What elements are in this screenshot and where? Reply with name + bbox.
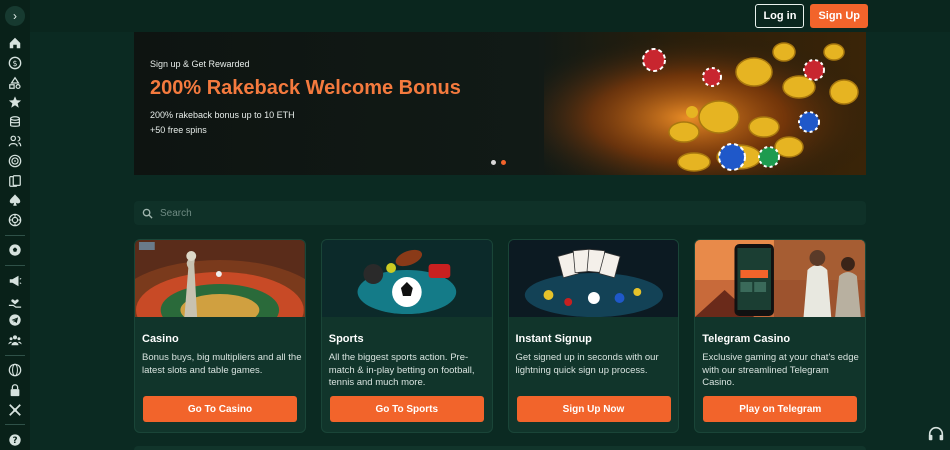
banner-line: 200% rakeback bonus up to 10 ETH: [150, 110, 295, 120]
playing-cards-image: [508, 240, 679, 317]
signup-button[interactable]: Sign Up: [810, 4, 868, 28]
telegram-casino-card[interactable]: Telegram Casino Exclusive gaming at your…: [694, 239, 866, 433]
banner-subtitle: Sign up & Get Rewarded: [150, 59, 250, 69]
telegram-icon[interactable]: [7, 312, 23, 328]
plane-icon[interactable]: [7, 402, 23, 418]
star-icon[interactable]: [7, 94, 23, 110]
sidebar-divider: [5, 354, 25, 356]
coins-icon[interactable]: [7, 114, 23, 130]
users-icon[interactable]: [7, 134, 23, 150]
top-bar: Log in Sign Up: [30, 0, 950, 32]
card-title: Casino: [142, 333, 179, 345]
heart-hand-icon[interactable]: [7, 293, 23, 309]
sign-up-now-button[interactable]: Sign Up Now: [516, 396, 671, 422]
go-to-sports-button[interactable]: Go To Sports: [329, 396, 484, 422]
lock-icon[interactable]: [7, 382, 23, 398]
carousel-dot-active[interactable]: [501, 160, 506, 165]
search-icon: [142, 208, 153, 219]
roulette-image: [134, 240, 305, 360]
banner-line: +50 free spins: [150, 125, 207, 135]
chevron-right-icon[interactable]: ›: [5, 6, 25, 26]
shapes-icon[interactable]: [7, 75, 23, 91]
sports-card[interactable]: Sports All the biggest sports action. Pr…: [320, 239, 493, 433]
sidebar-divider: [5, 265, 25, 267]
search-bar: [134, 201, 866, 225]
casino-card[interactable]: Casino Bonus buys, big multipliers and a…: [134, 239, 306, 433]
play-on-telegram-button[interactable]: Play on Telegram: [703, 396, 858, 422]
dollar-icon[interactable]: $: [7, 55, 23, 71]
card-description: Get signed up in seconds with our lightn…: [515, 352, 659, 376]
carousel-dots: [491, 160, 506, 165]
login-button[interactable]: Log in: [755, 4, 805, 28]
carousel-dot[interactable]: [491, 160, 496, 165]
support-headset-icon[interactable]: [926, 424, 946, 444]
spade-icon[interactable]: [7, 192, 23, 208]
go-to-casino-button[interactable]: Go To Casino: [143, 396, 297, 422]
chip-icon[interactable]: [7, 212, 23, 228]
card-description: Bonus buys, big multipliers and all the …: [142, 352, 302, 376]
card-description: All the biggest sports action. Pre-match…: [328, 352, 475, 388]
telegram-phone-image: [695, 240, 865, 317]
feature-cards: Casino Bonus buys, big multipliers and a…: [134, 239, 866, 433]
instant-signup-card[interactable]: Instant Signup Get signed up in seconds …: [507, 239, 680, 433]
card-title: Sports: [328, 333, 364, 345]
svg-text:?: ?: [12, 436, 17, 446]
card-title: Telegram Casino: [702, 333, 791, 345]
sidebar-divider: [5, 234, 25, 236]
card-title: Instant Signup: [515, 333, 592, 345]
football-icon[interactable]: [7, 243, 23, 259]
search-input[interactable]: [160, 207, 840, 219]
banner-description: 200% rakeback bonus up to 10 ETH +50 fre…: [150, 108, 295, 138]
target-icon[interactable]: [7, 153, 23, 169]
svg-text:$: $: [12, 59, 17, 68]
home-icon[interactable]: [7, 36, 23, 52]
card-description: Exclusive gaming at your chat's edge wit…: [702, 352, 859, 388]
next-section-edge: [134, 446, 866, 450]
megaphone-icon[interactable]: [7, 273, 23, 289]
sports-image: [321, 240, 492, 317]
coins-illustration: [544, 32, 866, 175]
banner-title: 200% Rakeback Welcome Bonus: [150, 77, 461, 99]
community-icon[interactable]: [7, 332, 23, 348]
cards-icon[interactable]: [7, 173, 23, 189]
sidebar-divider: [5, 424, 25, 426]
sidebar: › $ ?: [0, 0, 30, 450]
globe-icon[interactable]: [7, 363, 23, 379]
promo-banner[interactable]: Sign up & Get Rewarded 200% Rakeback Wel…: [134, 32, 866, 175]
help-icon[interactable]: ?: [7, 432, 23, 448]
